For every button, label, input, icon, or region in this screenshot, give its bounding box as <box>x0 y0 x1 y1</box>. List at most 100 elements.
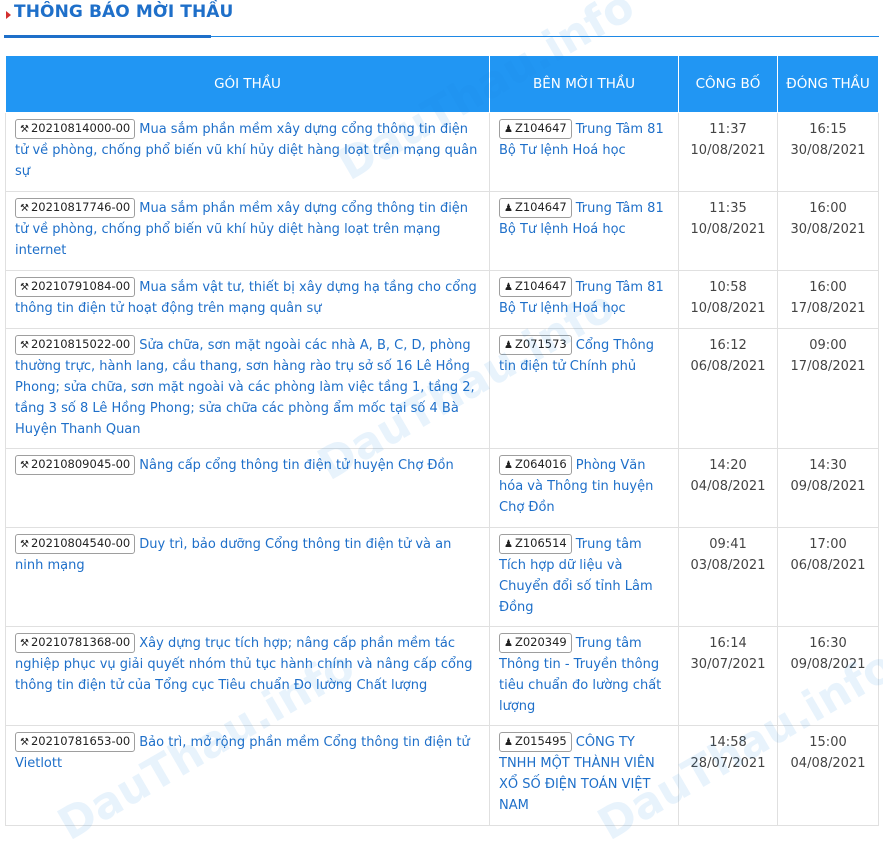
closing-cell: 15:00 04/08/2021 <box>777 725 879 826</box>
published-date: 10/08/2021 <box>690 143 766 158</box>
users-icon: ♟ <box>504 340 513 351</box>
users-icon: ♟ <box>504 539 513 550</box>
package-code: 20210781368-00 <box>30 635 131 649</box>
published-time: 16:14 <box>709 636 747 651</box>
package-code-badge[interactable]: ⚒ 20210809045-00 <box>15 455 136 475</box>
package-code: 20210791084-00 <box>30 279 131 293</box>
table-row: ⚒ 20210804540-00 Duy trì, bảo dưỡng Cổng t… <box>5 527 879 627</box>
published-date: 03/08/2021 <box>690 558 766 573</box>
package-code-badge[interactable]: ⚒ 20210781368-00 <box>15 633 136 653</box>
package-code: 20210814000-00 <box>30 121 131 135</box>
hammer-icon: ⚒ <box>20 282 29 293</box>
published-date: 06/08/2021 <box>690 359 766 374</box>
published-cell: 14:58 28/07/2021 <box>678 725 778 826</box>
closing-cell: 16:00 17/08/2021 <box>777 270 879 329</box>
hammer-icon: ⚒ <box>20 737 29 748</box>
table-header-row: GÓI THẦU BÊN MỜI THẦU CÔNG BỐ ĐÓNG THẦU <box>5 55 879 113</box>
users-icon: ♟ <box>504 124 513 135</box>
section-title-underline <box>4 35 211 38</box>
package-code: 20210781653-00 <box>30 734 131 748</box>
inviter-code: Z064016 <box>514 457 567 471</box>
hammer-icon: ⚒ <box>20 203 29 214</box>
table-row: ⚒ 20210791084-00 Mua sắm vật tư, thiết bị … <box>5 270 879 329</box>
inviter-code: Z106514 <box>514 536 567 550</box>
published-time: 16:12 <box>709 338 747 353</box>
inviter-cell: ♟ Z104647 Trung Tâm 81 Bộ Tư lệnh Hoá học <box>489 270 679 329</box>
table-row: ⚒ 20210781653-00 Bảo trì, mở rộng phần mềm… <box>5 725 879 826</box>
column-header-closing[interactable]: ĐÓNG THẦU <box>777 55 879 113</box>
inviter-code-badge[interactable]: ♟ Z015495 <box>499 732 572 752</box>
package-code: 20210804540-00 <box>30 536 131 550</box>
inviter-cell: ♟ Z106514 Trung tâm Tích hợp dữ liệu và Ch… <box>489 527 679 627</box>
published-cell: 09:41 03/08/2021 <box>678 527 778 627</box>
inviter-code-badge[interactable]: ♟ Z106514 <box>499 534 572 554</box>
column-header-package[interactable]: GÓI THẦU <box>5 55 490 113</box>
inviter-code-badge[interactable]: ♟ Z064016 <box>499 455 572 475</box>
closing-time: 17:00 <box>809 537 847 552</box>
published-time: 09:41 <box>709 537 747 552</box>
inviter-code-badge[interactable]: ♟ Z104647 <box>499 198 572 218</box>
package-cell: ⚒ 20210815022-00 Sửa chữa, sơn mặt ngoài c… <box>5 328 490 449</box>
published-date: 10/08/2021 <box>690 222 766 237</box>
users-icon: ♟ <box>504 638 513 649</box>
inviter-code-badge[interactable]: ♟ Z104647 <box>499 119 572 139</box>
closing-date: 09/08/2021 <box>790 479 866 494</box>
inviter-cell: ♟ Z071573 Cổng Thông tin điện tử Chính phủ <box>489 328 679 449</box>
package-code: 20210815022-00 <box>30 337 131 351</box>
package-code-badge[interactable]: ⚒ 20210817746-00 <box>15 198 136 218</box>
package-cell: ⚒ 20210809045-00 Nâng cấp cổng thông tin đ… <box>5 448 490 528</box>
closing-cell: 16:15 30/08/2021 <box>777 112 879 192</box>
package-code-badge[interactable]: ⚒ 20210804540-00 <box>15 534 136 554</box>
package-code-badge[interactable]: ⚒ 20210781653-00 <box>15 732 136 752</box>
package-code: 20210817746-00 <box>30 200 131 214</box>
closing-time: 16:00 <box>809 201 847 216</box>
published-time: 14:58 <box>709 735 747 750</box>
closing-date: 17/08/2021 <box>790 359 866 374</box>
package-code-badge[interactable]: ⚒ 20210815022-00 <box>15 335 136 355</box>
closing-cell: 16:30 09/08/2021 <box>777 626 879 726</box>
published-cell: 16:14 30/07/2021 <box>678 626 778 726</box>
inviter-cell: ♟ Z015495 CÔNG TY TNHH MỘT THÀNH VIÊN XỔ S… <box>489 725 679 826</box>
inviter-code: Z015495 <box>514 734 567 748</box>
inviter-code: Z104647 <box>514 279 567 293</box>
column-header-inviter[interactable]: BÊN MỜI THẦU <box>489 55 679 113</box>
closing-cell: 14:30 09/08/2021 <box>777 448 879 528</box>
published-cell: 14:20 04/08/2021 <box>678 448 778 528</box>
inviter-cell: ♟ Z020349 Trung tâm Thông tin - Truyền thô… <box>489 626 679 726</box>
inviter-code: Z071573 <box>514 337 567 351</box>
package-title-link[interactable]: Nâng cấp cổng thông tin điện tử huyện Ch… <box>139 458 453 473</box>
published-cell: 11:37 10/08/2021 <box>678 112 778 192</box>
published-time: 11:37 <box>709 122 747 137</box>
published-time: 10:58 <box>709 280 747 295</box>
closing-date: 30/08/2021 <box>790 143 866 158</box>
package-cell: ⚒ 20210781368-00 Xây dựng trục tích hợp; n… <box>5 626 490 726</box>
closing-date: 06/08/2021 <box>790 558 866 573</box>
published-time: 14:20 <box>709 458 747 473</box>
package-cell: ⚒ 20210814000-00 Mua sắm phần mềm xây dựng… <box>5 112 490 192</box>
published-date: 30/07/2021 <box>690 657 766 672</box>
inviter-cell: ♟ Z064016 Phòng Văn hóa và Thông tin huyện… <box>489 448 679 528</box>
inviter-code: Z104647 <box>514 121 567 135</box>
inviter-cell: ♟ Z104647 Trung Tâm 81 Bộ Tư lệnh Hoá học <box>489 112 679 192</box>
package-code: 20210809045-00 <box>30 457 131 471</box>
published-cell: 16:12 06/08/2021 <box>678 328 778 449</box>
closing-time: 14:30 <box>809 458 847 473</box>
package-code-badge[interactable]: ⚒ 20210791084-00 <box>15 277 136 297</box>
package-code-badge[interactable]: ⚒ 20210814000-00 <box>15 119 136 139</box>
published-date: 28/07/2021 <box>690 756 766 771</box>
inviter-cell: ♟ Z104647 Trung Tâm 81 Bộ Tư lệnh Hoá học <box>489 191 679 271</box>
published-cell: 11:35 10/08/2021 <box>678 191 778 271</box>
section-title: THÔNG BÁO MỜI THẦU <box>14 2 234 22</box>
inviter-code-badge[interactable]: ♟ Z020349 <box>499 633 572 653</box>
hammer-icon: ⚒ <box>20 124 29 135</box>
closing-date: 09/08/2021 <box>790 657 866 672</box>
column-header-published[interactable]: CÔNG BỐ <box>678 55 778 113</box>
published-date: 10/08/2021 <box>690 301 766 316</box>
closing-time: 16:00 <box>809 280 847 295</box>
closing-time: 16:15 <box>809 122 847 137</box>
users-icon: ♟ <box>504 282 513 293</box>
inviter-code-badge[interactable]: ♟ Z071573 <box>499 335 572 355</box>
hammer-icon: ⚒ <box>20 638 29 649</box>
inviter-code-badge[interactable]: ♟ Z104647 <box>499 277 572 297</box>
table-row: ⚒ 20210809045-00 Nâng cấp cổng thông tin đ… <box>5 448 879 528</box>
